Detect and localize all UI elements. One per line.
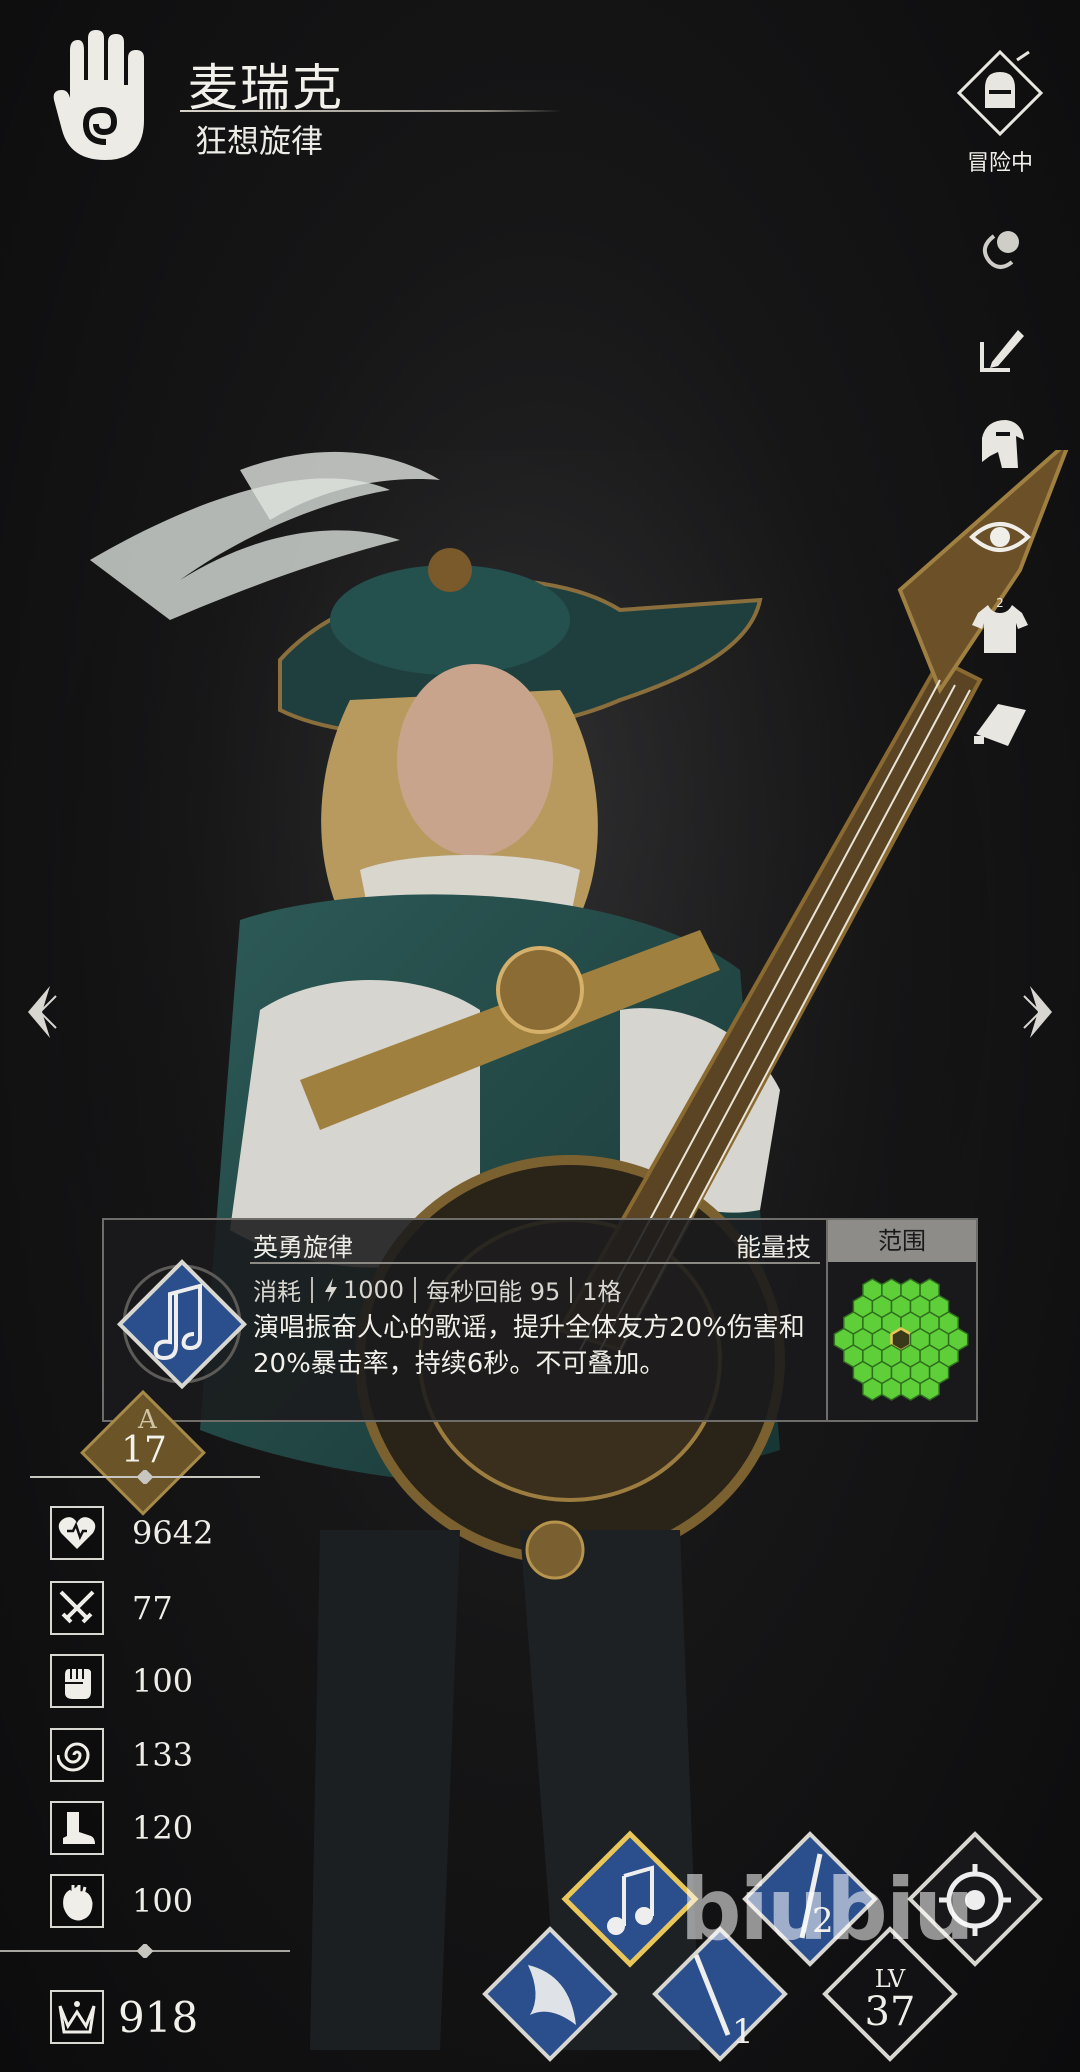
outfit-badge: 2 (996, 596, 1004, 610)
fist-icon (50, 1654, 104, 1708)
music-note-icon[interactable] (112, 1254, 252, 1394)
crown-icon (50, 1990, 104, 2044)
hand-spiral-icon (53, 30, 144, 160)
skill-type: 能量技 (736, 1233, 812, 1262)
crossed-swords-icon (50, 1581, 104, 1635)
meta-separator (414, 1276, 417, 1303)
lv-value: 37 (865, 1989, 916, 2035)
stat-row-attack: 77 (50, 1580, 310, 1636)
stat-value-strength: 100 (132, 1662, 194, 1700)
skill-divider (250, 1262, 820, 1264)
combat-power-value: 918 (118, 1992, 199, 2042)
combat-power: 918 (50, 1990, 198, 2044)
stat-value-spirit: 133 (132, 1736, 194, 1774)
energy-regen: 每秒回能 95 (426, 1278, 561, 1306)
level-value: 17 (121, 1430, 167, 1471)
meta-separator (311, 1276, 313, 1303)
range-label: 范围 (828, 1220, 976, 1262)
outfit-icon[interactable]: 2 (968, 595, 1032, 659)
stats-divider (0, 1944, 290, 1958)
stat-value-vitality: 100 (132, 1882, 194, 1920)
eye-icon[interactable] (968, 505, 1032, 569)
stat-value-hp: 9642 (132, 1514, 214, 1552)
level-divider (30, 1470, 260, 1484)
previous-character-arrow[interactable] (20, 982, 60, 1042)
skill-slot-feather[interactable] (480, 1925, 620, 2065)
meta-separator (570, 1276, 573, 1303)
stat-row-speed: 120 (50, 1800, 310, 1856)
helmet-icon[interactable] (968, 412, 1032, 476)
boot-icon (50, 1801, 104, 1855)
stat-row-vitality: 100 (50, 1873, 310, 1929)
tag-icon[interactable] (968, 690, 1032, 754)
name-divider (180, 110, 562, 112)
energy-slots: 1格 (582, 1278, 622, 1306)
skill-meta: 消耗 1000 每秒回能 95 1格 (253, 1272, 622, 1307)
watermark: biubiu (680, 1860, 975, 1960)
stat-row-hp: 9642 (50, 1505, 310, 1561)
knight-helmet-icon (956, 49, 1044, 137)
range-hex-cell (862, 1377, 883, 1401)
swirl-icon (50, 1728, 104, 1782)
stat-value-attack: 77 (132, 1589, 173, 1627)
range-hex-cell (919, 1377, 940, 1401)
stat-row-spirit: 133 (50, 1727, 310, 1783)
anatomical-heart-icon (50, 1874, 104, 1928)
range-hex-cell (900, 1377, 921, 1401)
link-icon[interactable] (968, 218, 1032, 282)
adventure-label: 冒险中 (966, 151, 1033, 176)
character-subclass: 狂想旋律 (195, 122, 324, 160)
edit-icon[interactable] (968, 318, 1032, 382)
range-hex-grid (833, 1278, 969, 1401)
slot-1-label: 1 (732, 2012, 754, 2052)
range-hex-cell (881, 1377, 902, 1401)
skill-description: 演唱振奋人心的歌谣，提升全体友方20%伤害和20%暴击率，持续6秒。不可叠加。 (253, 1313, 805, 1379)
adventure-status-button[interactable]: 冒险中 (950, 48, 1050, 178)
heart-icon (50, 1506, 104, 1560)
stat-value-speed: 120 (132, 1809, 194, 1847)
skill-range-panel: 范围 (828, 1218, 978, 1422)
next-character-arrow[interactable] (1020, 982, 1060, 1042)
energy-bolt-icon (325, 1277, 337, 1302)
cost-label: 消耗 (253, 1278, 301, 1306)
skill-name: 英勇旋律 (253, 1233, 354, 1262)
stat-row-strength: 100 (50, 1653, 310, 1709)
cost-value: 1000 (343, 1275, 405, 1304)
